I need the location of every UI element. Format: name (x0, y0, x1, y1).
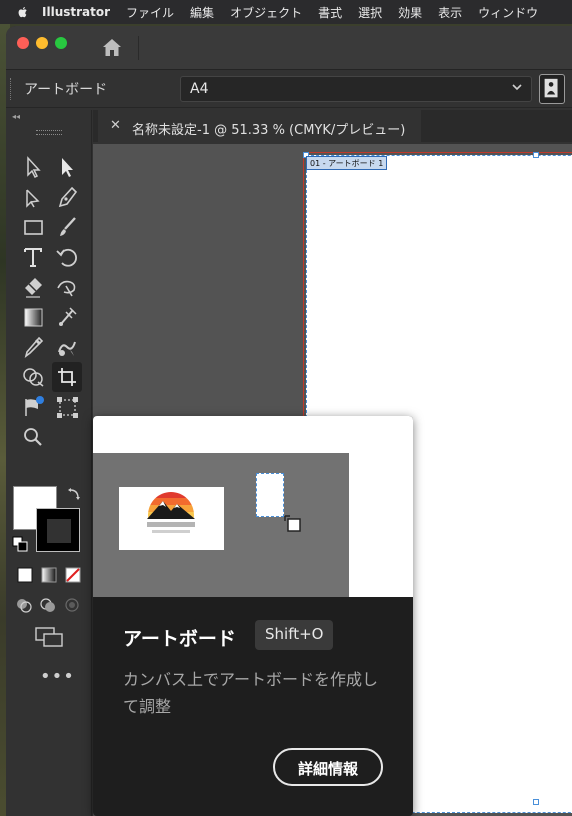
magnifier-icon (24, 428, 42, 446)
screen-mode-icon[interactable] (34, 626, 64, 648)
live-paint-bucket-icon (25, 396, 44, 416)
rotate-icon (56, 248, 77, 267)
pen-nib-icon (58, 186, 78, 208)
document-tab-strip: ✕ 名称未設定-1 @ 51.33 % (CMYK/プレビュー) (93, 110, 572, 144)
mesh-tool[interactable] (52, 302, 82, 332)
artboard-handle[interactable] (533, 799, 539, 805)
paintbrush-tool[interactable] (52, 212, 82, 242)
menu-effect[interactable]: 効果 (398, 4, 422, 21)
rotate-tool[interactable] (52, 242, 82, 272)
illustrator-window: アートボード A4 ◂◂ ••• ✕ 名称未設定-1 @ 51.33 % (CM… (6, 26, 572, 816)
live-paint-tool[interactable] (18, 392, 48, 422)
control-bar-grip[interactable] (10, 78, 13, 100)
artboard-name-label[interactable]: 01 - アートボード 1 (306, 156, 388, 170)
menu-file[interactable]: ファイル (126, 4, 174, 21)
gradient-tool[interactable] (18, 302, 48, 332)
document-tab[interactable]: ✕ 名称未設定-1 @ 51.33 % (CMYK/プレビュー) (98, 110, 421, 144)
draw-behind-icon[interactable] (38, 596, 58, 614)
selection-arrow-filled-icon (62, 158, 73, 177)
title-divider (138, 36, 139, 60)
eraser-icon (25, 278, 42, 298)
menu-edit[interactable]: 編集 (190, 4, 214, 21)
menu-type[interactable]: 書式 (318, 4, 342, 21)
tooltip-description: カンバス上でアートボードを作成して調整 (123, 670, 379, 716)
gradient-mode-icon[interactable] (40, 566, 58, 584)
menu-object[interactable]: オブジェクト (230, 4, 302, 21)
none-mode-icon[interactable] (64, 566, 82, 584)
menu-bar: Illustrator ファイル 編集 オブジェクト 書式 選択 効果 表示 ウ… (0, 0, 572, 24)
blend-tool[interactable] (52, 332, 82, 362)
color-mode-icon[interactable] (16, 566, 34, 584)
mountain-logo-icon (147, 492, 195, 533)
type-t-icon (24, 248, 42, 267)
group-selection-tool[interactable] (18, 182, 48, 212)
menu-view[interactable]: 表示 (438, 4, 462, 21)
screen: Illustrator ファイル 編集 オブジェクト 書式 選択 効果 表示 ウ… (0, 0, 572, 816)
draw-inside-icon[interactable] (62, 596, 82, 614)
artboard-tool[interactable] (52, 362, 82, 392)
learn-more-button[interactable]: 詳細情報 (273, 748, 383, 786)
illustration-new-artboard (256, 473, 284, 517)
artboard-cursor-icon (284, 515, 301, 532)
artboard-preset-value: A4 (190, 81, 209, 97)
pen-tool[interactable] (52, 182, 82, 212)
artboard-preset-select[interactable]: A4 (180, 76, 532, 102)
menu-select[interactable]: 選択 (358, 4, 382, 21)
portrait-icon (544, 78, 558, 98)
gradient-icon (24, 308, 43, 327)
home-icon[interactable] (100, 36, 124, 60)
artboard-handle[interactable] (533, 152, 539, 158)
artboard-icon (58, 368, 76, 386)
apple-icon[interactable] (16, 5, 30, 19)
type-tool[interactable] (18, 242, 48, 272)
title-bar (6, 26, 572, 70)
group-selection-icon (26, 189, 40, 208)
chevron-down-icon (512, 84, 522, 91)
paintbrush-icon (60, 217, 76, 236)
artboard-tool-tooltip: アートボード Shift+O カンバス上でアートボードを作成して調整 詳細情報 (93, 416, 413, 816)
shape-builder-tool[interactable] (18, 362, 48, 392)
direct-selection-tool[interactable] (52, 152, 82, 182)
document-tab-title: 名称未設定-1 @ 51.33 % (CMYK/プレビュー) (132, 123, 406, 138)
selection-arrow-outline-icon (27, 156, 41, 179)
stroke-color-swatch[interactable] (36, 508, 80, 552)
zoom-tool[interactable] (18, 422, 48, 452)
minimize-window-button[interactable] (36, 37, 48, 49)
draw-normal-icon[interactable] (14, 596, 34, 614)
control-bar-label: アートボード (24, 82, 108, 98)
tooltip-shortcut-badge: Shift+O (255, 620, 334, 650)
eraser-tool[interactable] (18, 272, 48, 302)
selection-tool[interactable] (18, 152, 48, 182)
illustration-logo-card (119, 487, 224, 550)
tools-panel-grip[interactable] (36, 130, 62, 135)
zoom-window-button[interactable] (55, 37, 67, 49)
edit-toolbar-button[interactable]: ••• (40, 666, 75, 687)
portrait-orientation-button[interactable] (539, 74, 565, 104)
shape-builder-icon (23, 368, 44, 387)
tools-panel: ◂◂ ••• (6, 110, 92, 816)
control-bar: アートボード A4 (6, 70, 572, 108)
free-transform-tool[interactable] (52, 392, 82, 422)
menu-window[interactable]: ウィンドウ (478, 4, 538, 21)
collapse-panel-icon[interactable]: ◂◂ (12, 112, 20, 121)
rectangle-icon (24, 220, 43, 235)
swap-fill-stroke-icon[interactable] (66, 486, 82, 502)
eyedropper-icon (24, 336, 44, 358)
eyedropper-tool[interactable] (18, 332, 48, 362)
warp-tool[interactable] (52, 272, 82, 302)
close-tab-icon[interactable]: ✕ (110, 118, 121, 133)
mesh-icon (59, 307, 77, 326)
default-fill-stroke-icon[interactable] (12, 536, 28, 552)
close-window-button[interactable] (17, 37, 29, 49)
blend-icon (58, 341, 76, 356)
tooltip-title: アートボード (123, 628, 236, 650)
rectangle-tool[interactable] (18, 212, 48, 242)
warp-icon (57, 280, 76, 297)
tooltip-illustration (93, 416, 413, 597)
free-transform-icon (57, 397, 78, 418)
menu-app-name[interactable]: Illustrator (42, 5, 110, 19)
